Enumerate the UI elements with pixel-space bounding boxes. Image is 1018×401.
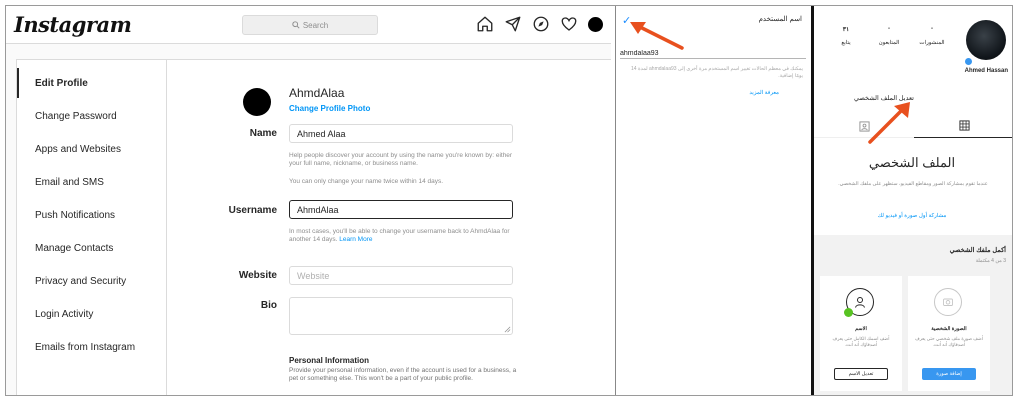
username-header: ✓ اسم المستخدم: [616, 6, 810, 36]
tab-grid[interactable]: [914, 114, 1012, 138]
bio-label: Bio: [260, 300, 277, 311]
stat-followers-label: المتابعون: [878, 40, 900, 46]
profile-empty-subtext: عندما تقوم بمشاركة الصور ومقاطع الفيديو،…: [838, 181, 988, 187]
stat-posts-label: المنشورات: [919, 40, 945, 46]
username-field[interactable]: [620, 48, 806, 59]
search-box[interactable]: Search: [242, 15, 378, 35]
tab-tagged[interactable]: [814, 114, 914, 138]
change-profile-photo-link[interactable]: Change Profile Photo: [289, 104, 370, 113]
profile-avatar[interactable]: [966, 20, 1006, 60]
sidebar-item-push-notifications[interactable]: Push Notifications: [17, 200, 167, 230]
direct-icon[interactable]: [504, 15, 522, 33]
settings-card: Edit Profile Change Password Apps and We…: [16, 59, 612, 395]
profile-username: AhmdAlaa: [289, 86, 345, 100]
screenshot-collage: Instagram Search Edit Profile Change Pas…: [5, 5, 1013, 396]
profile-display-name: Ahmed Hassan: [964, 68, 1008, 74]
name-help-text: Help people discover your account by usi…: [289, 152, 513, 167]
explore-icon[interactable]: [532, 15, 550, 33]
add-story-badge-icon[interactable]: [964, 57, 973, 66]
share-first-post-link[interactable]: مشاركة أول صورة أو فيديو لك: [814, 213, 1010, 219]
edit-profile-button[interactable]: تعديل الملف الشخصي: [854, 94, 914, 102]
confirm-check-icon[interactable]: ✓: [622, 14, 631, 27]
avatar[interactable]: [588, 16, 603, 32]
personal-information-text: Provide your personal information, even …: [289, 367, 517, 382]
nav-icons: [476, 15, 603, 33]
stat-following[interactable]: ٣١ يتابع: [828, 26, 864, 46]
sidebar-item-edit-profile[interactable]: Edit Profile: [17, 68, 167, 98]
profile-photo-card-title: الصورة الشخصية: [931, 326, 967, 332]
edit-name-button[interactable]: تعديل الاسم: [834, 368, 888, 380]
search-icon: [292, 21, 300, 29]
username-help-text: يمكنك في معظم الحالات تغيير اسم المستخدم…: [631, 66, 803, 79]
user-icon: [855, 297, 865, 308]
stat-following-count: ٣١: [842, 27, 850, 33]
grid-icon: [958, 120, 970, 131]
resize-handle-icon[interactable]: [504, 326, 511, 333]
profile-photo-card: الصورة الشخصية أضف صورة ملف شخصي حتى يعر…: [908, 276, 990, 391]
website-label: Website: [238, 270, 277, 281]
desktop-edit-profile-panel: Instagram Search Edit Profile Change Pas…: [6, 6, 612, 395]
sidebar-item-email-and-sms[interactable]: Email and SMS: [17, 167, 167, 197]
sidebar-item-emails-from-instagram[interactable]: Emails from Instagram: [17, 332, 167, 362]
sidebar-item-change-password[interactable]: Change Password: [17, 101, 167, 131]
mobile-profile-panel: - المنشورات - المتابعون ٣١ يتابع Ahmed H…: [811, 6, 1012, 395]
activity-heart-icon[interactable]: [560, 15, 578, 33]
stat-followers[interactable]: - المتابعون: [871, 26, 907, 46]
add-photo-button[interactable]: إضافة صورة: [922, 368, 976, 380]
profile-photo-card-desc: أضف صورة ملف شخصي حتى يعرف أصدقاؤك أنه أ…: [914, 336, 983, 347]
name-card-title: الاسم: [855, 326, 867, 332]
stat-posts[interactable]: - المنشورات: [914, 26, 950, 46]
profile-photo[interactable]: [243, 88, 271, 116]
username-help-text: In most cases, you'll be able to change …: [289, 228, 519, 244]
username-title: اسم المستخدم: [758, 16, 802, 23]
username-label: Username: [228, 205, 277, 216]
stat-following-label: يتابع: [841, 40, 851, 46]
sidebar-item-apps-and-websites[interactable]: Apps and Websites: [17, 134, 167, 164]
top-navbar: Instagram Search: [6, 6, 611, 44]
camera-icon: [943, 298, 953, 306]
name-limit-text: You can only change your name twice with…: [289, 178, 444, 185]
instagram-logo[interactable]: Instagram: [14, 12, 132, 37]
edit-profile-form: AhmdAlaa Change Profile Photo Name Help …: [167, 60, 612, 395]
search-placeholder: Search: [302, 20, 329, 30]
camera-ring-icon: [934, 288, 962, 316]
name-card-desc: أضف اسمك الكامل حتى يعرف أصدقاؤك أنه أنت…: [832, 336, 890, 347]
stat-followers-count: -: [888, 26, 890, 32]
bio-textarea[interactable]: [289, 297, 513, 335]
learn-more-link[interactable]: Learn More: [339, 236, 372, 243]
profile-tabs: [814, 114, 1012, 138]
username-input[interactable]: [289, 200, 513, 219]
profile-empty-heading: الملف الشخصي: [868, 155, 956, 170]
sidebar-item-login-activity[interactable]: Login Activity: [17, 299, 167, 329]
user-ring-icon: [844, 288, 874, 317]
website-input[interactable]: [289, 266, 513, 285]
username-help-body: In most cases, you'll be able to change …: [289, 228, 510, 243]
sidebar-item-manage-contacts[interactable]: Manage Contacts: [17, 233, 167, 263]
mobile-username-panel: ✓ اسم المستخدم يمكنك في معظم الحالات تغي…: [615, 6, 810, 395]
home-icon[interactable]: [476, 15, 494, 33]
settings-sidebar: Edit Profile Change Password Apps and We…: [17, 60, 167, 395]
complete-profile-progress: 3 من 4 مكتملة: [975, 258, 1006, 264]
complete-profile-title: أكمل ملفك الشخصي: [949, 247, 1006, 254]
learn-more-link[interactable]: معرفة المزيد: [749, 90, 779, 96]
stat-posts-count: -: [931, 26, 933, 32]
tagged-icon: [858, 120, 870, 132]
sidebar-item-privacy-and-security[interactable]: Privacy and Security: [17, 266, 167, 296]
name-label: Name: [249, 128, 277, 139]
name-card: الاسم أضف اسمك الكامل حتى يعرف أصدقاؤك أ…: [820, 276, 902, 391]
name-input[interactable]: [289, 124, 513, 143]
personal-information-title: Personal Information: [289, 356, 370, 365]
